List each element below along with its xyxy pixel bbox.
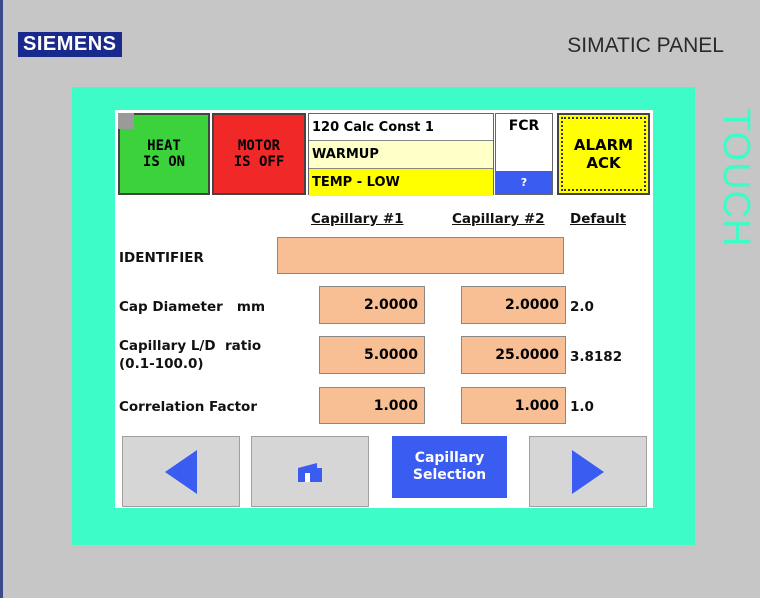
svg-text:TOUCH: TOUCH [715,108,757,247]
cap-diameter-label: Cap Diameter mm [119,299,266,315]
cap-diameter-default: 2.0 [570,299,594,315]
motor-status-button[interactable]: MOTOR IS OFF [212,113,306,195]
heat-status-line1: HEAT [147,138,181,154]
home-button[interactable] [251,436,369,507]
home-icon [298,462,322,482]
motor-status-line1: MOTOR [237,138,281,154]
status-info-panel: 120 Calc Const 1 WARMUP TEMP - LOW [308,113,494,196]
correlation-default: 1.0 [570,399,594,415]
panel-model-label: SIMATIC PANEL [567,34,724,57]
right-triangle-icon [572,449,604,494]
fcr-box: FCR ? [495,113,553,195]
calc-const-text: 120 Calc Const 1 [312,119,434,135]
hmi-screen: HEAT IS ON MOTOR IS OFF 120 Calc Const 1… [115,110,653,508]
column-header-capillary2: Capillary #2 [452,211,545,227]
column-header-default: Default [570,211,627,227]
motor-status-line2: IS OFF [233,154,285,170]
next-screen-button[interactable] [529,436,647,507]
capillary-selection-line1: Capillary [414,450,485,466]
capillary-selection-line2: Selection [412,467,487,483]
alarm-text: TEMP - LOW [312,175,400,190]
fcr-indicator: ? [496,171,552,194]
ld-ratio-cap1-input[interactable]: 5.0000 [319,336,425,374]
cap-diameter-cap2-input[interactable]: 2.0000 [461,286,566,324]
capillary-selection-button[interactable]: Capillary Selection [392,436,507,498]
ld-ratio-label-line1: Capillary L/D ratio [119,338,262,354]
previous-screen-button[interactable] [122,436,240,507]
alarm-ack-button[interactable]: ALARM ACK [557,113,650,195]
correlation-cap2-input[interactable]: 1.000 [461,387,566,424]
correlation-cap1-input[interactable]: 1.000 [319,387,425,424]
calc-const-row: 120 Calc Const 1 [309,114,493,141]
heat-indicator-square [118,113,134,129]
ld-ratio-cap2-input[interactable]: 25.0000 [461,336,566,374]
touch-side-label: TOUCH [710,100,760,300]
ld-ratio-label-line2: (0.1-100.0) [119,356,204,372]
ld-ratio-default: 3.8182 [570,349,623,365]
alarm-ack-line1: ALARM [573,136,634,154]
cap-diameter-cap1-input[interactable]: 2.0000 [319,286,425,324]
mode-row: WARMUP [309,141,493,169]
column-header-capillary1: Capillary #1 [311,211,404,227]
panel-edge [0,0,3,598]
correlation-label: Correlation Factor [119,399,257,415]
heat-status-line2: IS ON [142,154,186,170]
alarm-text-row: TEMP - LOW [309,169,493,196]
mode-text: WARMUP [312,147,379,162]
fcr-label: FCR [508,118,540,134]
identifier-label: IDENTIFIER [119,250,204,266]
identifier-input[interactable] [277,237,564,274]
alarm-ack-line2: ACK [586,154,621,172]
left-triangle-icon [165,449,197,494]
brand-logo: SIEMENS [18,32,122,57]
